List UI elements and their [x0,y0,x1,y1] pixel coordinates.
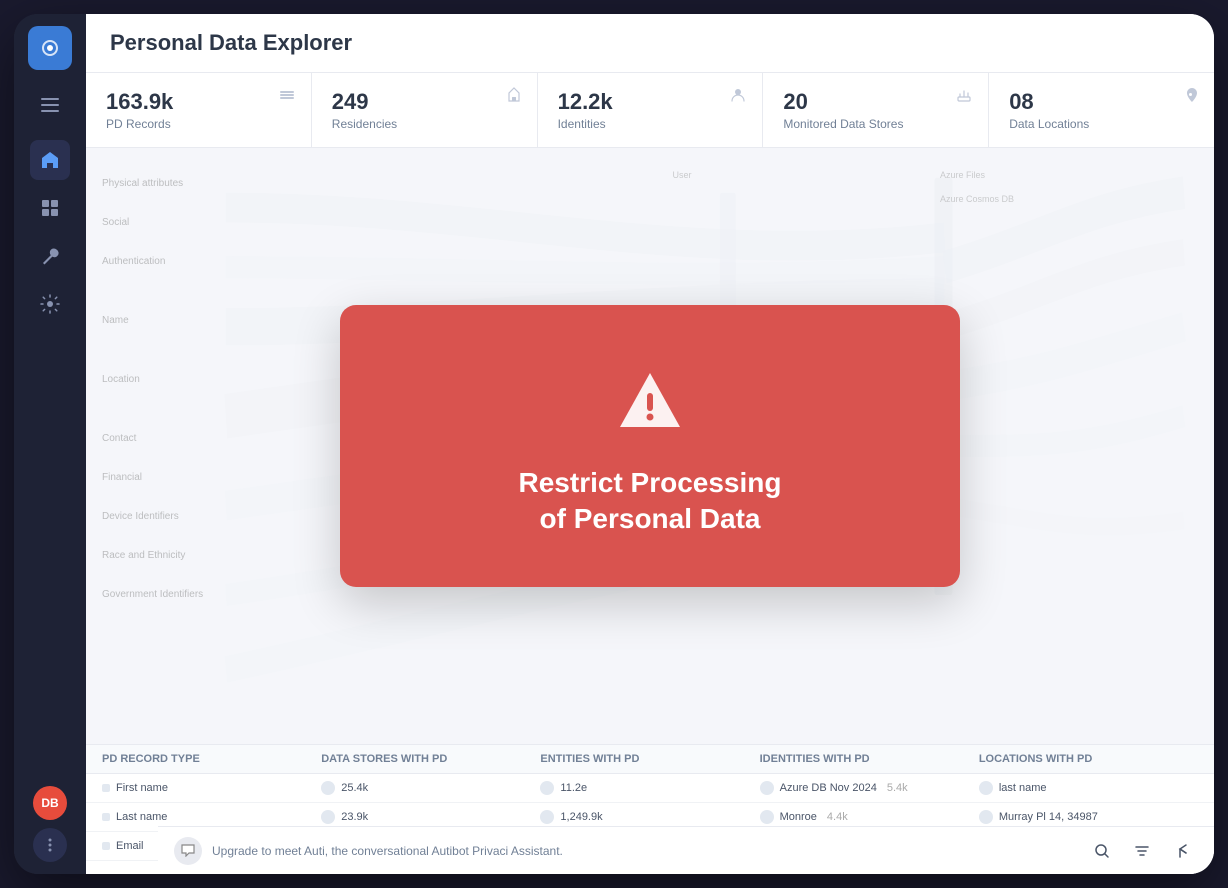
more-options-button[interactable] [33,828,67,862]
table-header: PD Record Type Data Stores with PD Entit… [86,745,1214,774]
col-pd-record-type: PD Record Type [102,753,321,765]
sidebar: DB [14,14,86,874]
chat-icon [174,837,202,865]
stat-residencies: 249 Residencies [312,73,538,147]
chart-area: Physical attributes Social Authenticatio… [86,148,1214,744]
sidebar-item-home[interactable] [30,140,70,180]
stats-row: 163.9k PD Records 249 Residencies [86,73,1214,148]
search-button[interactable] [1086,835,1118,867]
monitored-value: 20 [783,89,968,115]
stat-identities: 12.2k Identities [538,73,764,147]
sidebar-item-dashboard[interactable] [30,188,70,228]
sidebar-item-tools[interactable] [30,236,70,276]
cell-type-0: First name [102,781,321,795]
locations-label: Data Locations [1009,117,1194,131]
pd-records-icon [279,87,295,108]
pd-records-value: 163.9k [106,89,291,115]
stat-pd-records: 163.9k PD Records [86,73,312,147]
filter-button[interactable] [1126,835,1158,867]
locations-icon [1186,87,1198,108]
page-title: Personal Data Explorer [110,30,1190,56]
cell-locations-1: Murray Pl 14, 34987 [979,810,1198,824]
pd-records-label: PD Records [106,117,291,131]
cell-stores-0: 25.4k [321,781,540,795]
residencies-value: 249 [332,89,517,115]
bottom-bar: Upgrade to meet Auti, the conversational… [158,826,1214,874]
device-frame: DB Personal Data Explorer 163.9k PD Reco… [14,14,1214,874]
col-locations: Locations with PD [979,753,1198,765]
monitored-icon [956,87,972,108]
monitored-label: Monitored Data Stores [783,117,968,131]
modal-title: Restrict Processing of Personal Data [519,465,782,538]
hamburger-menu[interactable] [30,90,70,120]
user-avatar[interactable]: DB [33,786,67,820]
cell-identities-0: Azure DB Nov 2024 5.4k [760,781,979,795]
locations-value: 08 [1009,89,1194,115]
cell-entities-1: 1,249.9k [540,810,759,824]
stat-monitored: 20 Monitored Data Stores [763,73,989,147]
restrict-processing-modal: Restrict Processing of Personal Data [340,305,960,588]
col-entities: Entities with PD [540,753,759,765]
main-content: Personal Data Explorer 163.9k PD Records… [86,14,1214,874]
cell-locations-0: last name [979,781,1198,795]
identities-label: Identities [558,117,743,131]
page-header: Personal Data Explorer [86,14,1214,73]
col-identities: Identities with PD [760,753,979,765]
bottom-bar-actions [1086,835,1198,867]
table-row: First name 25.4k 11.2e Azure DB Nov 2024… [86,774,1214,803]
residencies-icon [507,87,521,108]
bottom-bar-text: Upgrade to meet Auti, the conversational… [212,844,1076,858]
col-data-stores: Data Stores with PD [321,753,540,765]
sidebar-item-settings[interactable] [30,284,70,324]
cell-entities-0: 11.2e [540,781,759,795]
modal-overlay: Restrict Processing of Personal Data [86,148,1214,744]
cell-stores-1: 23.9k [321,810,540,824]
residencies-label: Residencies [332,117,517,131]
cell-type-1: Last name [102,810,321,824]
identities-icon [730,87,746,108]
identities-value: 12.2k [558,89,743,115]
modal-warning-icon [614,365,686,437]
stat-locations: 08 Data Locations [989,73,1214,147]
share-button[interactable] [1166,835,1198,867]
cell-identities-1: Monroe 4.4k [760,810,979,824]
app-logo[interactable] [28,26,72,70]
